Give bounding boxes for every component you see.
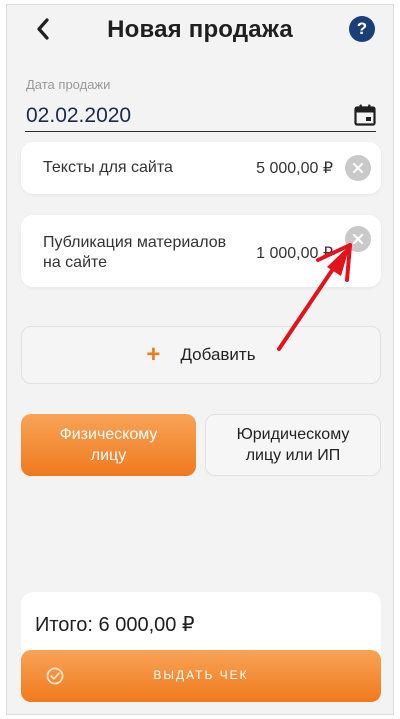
issue-receipt-label: ВЫДАТЬ ЧЕК — [153, 668, 249, 682]
help-button[interactable]: ? — [349, 16, 375, 42]
remove-item-button[interactable] — [345, 155, 371, 181]
add-item-label: Добавить — [180, 345, 256, 364]
sale-item: Тексты для сайта 5 000,00 ₽ — [21, 142, 381, 194]
issue-receipt-button[interactable]: ВЫДАТЬ ЧЕК — [21, 650, 381, 702]
app-screen: Новая продажа ? Дата продажи 02.02.2020 … — [6, 4, 394, 715]
sale-date-label: Дата продажи — [26, 77, 111, 92]
item-price: 1 000,00 ₽ — [256, 245, 333, 262]
close-icon — [352, 233, 364, 245]
sale-item: Публикация материалов на сайте 1 000,00 … — [21, 215, 381, 287]
help-icon: ? — [356, 19, 368, 38]
sale-date-field[interactable]: 02.02.2020 — [25, 101, 376, 132]
header: Новая продажа ? — [7, 5, 393, 57]
item-price: 5 000,00 ₽ — [256, 160, 333, 177]
calendar-icon[interactable] — [353, 103, 377, 127]
customer-type-legal[interactable]: Юридическому лицу или ИП — [205, 414, 381, 476]
close-icon — [352, 162, 364, 174]
item-name: Публикация материалов на сайте — [43, 234, 227, 271]
customer-type-individual[interactable]: Физическому лицу — [21, 414, 196, 476]
add-item-button[interactable]: + Добавить — [21, 326, 381, 384]
item-name: Тексты для сайта — [43, 159, 173, 176]
page-title: Новая продажа — [107, 16, 293, 43]
remove-item-button[interactable] — [345, 226, 371, 252]
total-amount: Итого: 6 000,00 ₽ — [35, 614, 195, 636]
plus-icon: + — [146, 341, 161, 368]
